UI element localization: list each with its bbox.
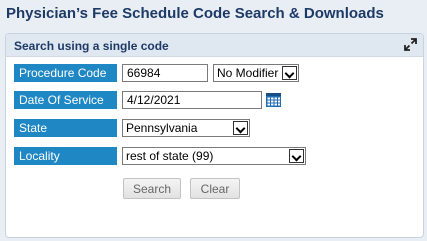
expand-arrows-icon[interactable] [404,38,417,51]
modifier-selected: No Modifier [217,66,279,80]
locality-label: Locality [14,147,117,165]
state-label: State [14,119,117,137]
procedure-code-label: Procedure Code [14,64,117,82]
search-button[interactable]: Search [123,178,181,199]
date-of-service-label: Date Of Service [14,91,117,109]
locality-select[interactable]: rest of state (99) [122,147,306,165]
procedure-code-input[interactable] [122,64,208,82]
clear-button[interactable]: Clear [190,178,240,199]
chevron-down-icon [289,149,304,163]
state-select[interactable]: Pennsylvania [122,119,250,137]
panel-title: Search using a single code [14,39,169,53]
locality-selected: rest of state (99) [126,149,214,163]
search-panel: Search using a single code Procedure Cod… [5,33,424,238]
page-title: Physician’s Fee Schedule Code Search & D… [6,5,384,22]
chevron-down-icon [282,66,297,80]
state-selected: Pennsylvania [126,121,198,135]
panel-header: Search using a single code [6,34,423,57]
calendar-icon[interactable] [266,93,281,107]
chevron-down-icon [233,121,248,135]
modifier-select[interactable]: No Modifier [213,64,299,82]
date-of-service-input[interactable] [122,91,262,109]
